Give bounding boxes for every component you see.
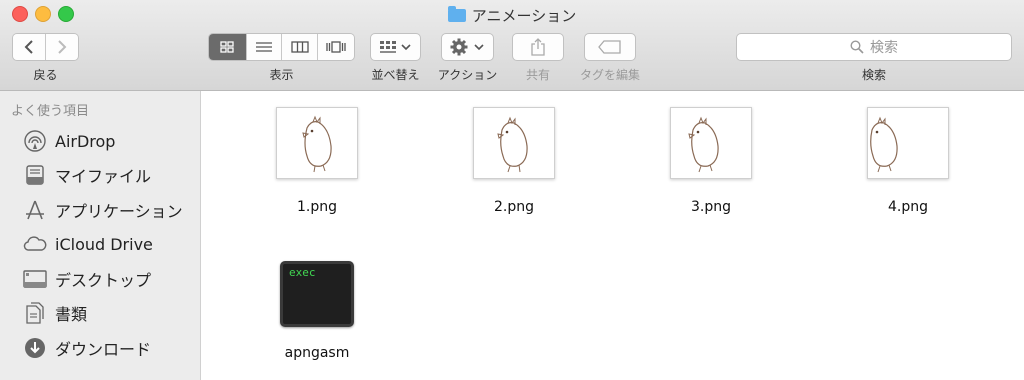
search-input[interactable]: 検索 xyxy=(736,33,1012,61)
image-thumbnail xyxy=(473,107,555,179)
chevron-left-icon xyxy=(24,40,33,54)
back-label: 戻る xyxy=(33,68,58,82)
edit-tags-button[interactable] xyxy=(584,33,636,61)
favorites-heading: よく使う項目 xyxy=(11,104,90,119)
search-icon xyxy=(850,40,864,54)
chevron-right-icon xyxy=(58,40,67,54)
file-name: 3.png xyxy=(690,199,731,215)
back-button[interactable] xyxy=(13,34,46,60)
sidebar: よく使う項目 AirDrop マイファイル アプリケーション iCloud Dr… xyxy=(0,91,201,380)
cover-flow-icon xyxy=(326,41,346,53)
file-name: 4.png xyxy=(887,199,928,215)
file-name: 2.png xyxy=(493,199,534,215)
documents-icon xyxy=(22,302,48,324)
share-button[interactable] xyxy=(512,33,564,61)
cover-flow-view-button[interactable] xyxy=(318,34,354,60)
column-view-button[interactable] xyxy=(282,34,319,60)
file-grid: 1.png 2.png 3.png 4.png exec apngasm xyxy=(202,91,1024,380)
downloads-icon xyxy=(22,337,48,359)
search-placeholder: 検索 xyxy=(870,40,898,56)
sidebar-item-label: アプリケーション xyxy=(55,202,183,221)
columns-icon xyxy=(291,41,309,53)
file-item[interactable]: exec apngasm xyxy=(227,91,407,380)
sidebar-item-desktop[interactable]: デスクトップ xyxy=(0,264,200,294)
back-forward-control xyxy=(12,33,79,61)
window-title-bar: アニメーション xyxy=(0,5,1024,26)
toolbar: アニメーション 戻る 表示 並べ替え アクション 共有 タグを編集 検索 検索 xyxy=(0,0,1024,91)
share-label: 共有 xyxy=(525,68,550,82)
image-thumbnail xyxy=(867,107,949,179)
sidebar-item-label: ダウンロード xyxy=(55,340,152,359)
view-mode-control xyxy=(208,33,355,61)
sidebar-item-label: 書類 xyxy=(55,305,88,324)
sidebar-item-all-my-files[interactable]: マイファイル xyxy=(0,160,200,190)
gear-icon xyxy=(450,38,484,56)
arrange-button[interactable] xyxy=(370,33,421,61)
arrange-icon xyxy=(379,41,411,53)
folder-icon xyxy=(447,6,466,22)
sidebar-item-label: AirDrop xyxy=(55,131,116,151)
finder-window: アニメーション 戻る 表示 並べ替え アクション 共有 タグを編集 検索 検索 … xyxy=(0,0,1024,380)
tag-icon xyxy=(598,40,621,54)
sidebar-item-downloads[interactable]: ダウンロード xyxy=(0,333,200,363)
airdrop-icon xyxy=(22,130,48,152)
cloud-icon xyxy=(22,233,48,255)
all-my-files-icon xyxy=(22,164,48,186)
sidebar-item-icloud-drive[interactable]: iCloud Drive xyxy=(0,229,200,259)
arrange-label: 並べ替え xyxy=(371,68,420,82)
desktop-icon xyxy=(22,268,48,290)
edit-tags-label: タグを編集 xyxy=(579,68,640,82)
sidebar-item-label: iCloud Drive xyxy=(55,234,153,254)
sidebar-item-label: デスクトップ xyxy=(55,271,152,290)
sidebar-item-documents[interactable]: 書類 xyxy=(0,298,200,328)
list-icon xyxy=(256,42,273,52)
sidebar-item-airdrop[interactable]: AirDrop xyxy=(0,126,200,156)
share-icon xyxy=(531,38,545,56)
grid-icon xyxy=(220,41,234,53)
search-label: 検索 xyxy=(861,68,886,82)
list-view-button[interactable] xyxy=(246,34,283,60)
action-label: アクション xyxy=(437,68,498,82)
exec-icon-text: exec xyxy=(289,266,316,279)
sidebar-item-label: マイファイル xyxy=(55,167,152,186)
forward-button[interactable] xyxy=(46,34,78,60)
bird-drawing-icon xyxy=(497,116,528,173)
image-thumbnail xyxy=(670,107,752,179)
action-button[interactable] xyxy=(441,33,494,61)
view-label: 表示 xyxy=(269,68,294,82)
sidebar-item-applications[interactable]: アプリケーション xyxy=(0,195,200,225)
file-name: apngasm xyxy=(284,345,350,361)
applications-icon xyxy=(22,199,48,221)
icon-view-button[interactable] xyxy=(209,34,247,60)
terminal-exec-icon: exec xyxy=(280,261,354,327)
window-title: アニメーション xyxy=(471,7,577,25)
bird-drawing-icon xyxy=(870,116,898,173)
bird-drawing-icon xyxy=(688,116,719,173)
